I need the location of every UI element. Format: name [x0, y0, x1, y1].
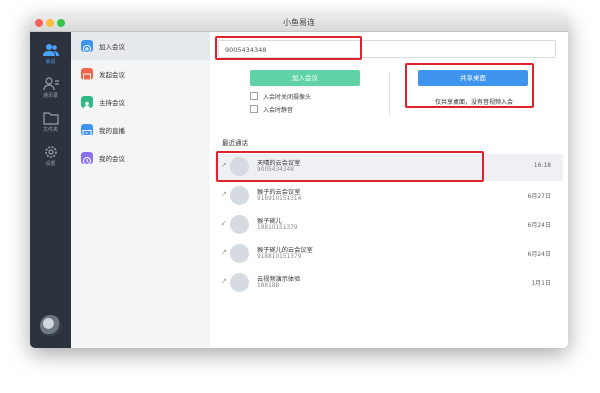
rail-item-meeting[interactable]: 会议: [30, 38, 71, 72]
join-meeting-button[interactable]: 加入会议: [250, 70, 360, 86]
outgoing-arrow-icon: ↗: [221, 277, 227, 285]
sidebar-item-label: 我的直播: [99, 127, 125, 135]
rail-label-files: 文件夹: [42, 127, 58, 133]
call-name: 猴子的云会议室: [257, 189, 301, 196]
incoming-arrow-icon: ↙: [221, 219, 227, 227]
sidebar-item-label: 加入会议: [99, 43, 125, 51]
option-camera-off[interactable]: 入会时关闭摄像头: [250, 92, 311, 101]
people-icon: [42, 44, 59, 56]
sidebar-item-start-meeting[interactable]: 发起会议: [71, 60, 210, 88]
call-time: 6月24日: [527, 251, 551, 258]
call-time: 16:18: [533, 162, 551, 169]
call-number: 188188: [257, 283, 280, 289]
outgoing-arrow-icon: ↗: [221, 248, 227, 256]
sidebar-item-host-meeting[interactable]: 主持会议: [71, 88, 210, 116]
rail-label-contacts: 通讯录: [42, 93, 58, 99]
option-label: 入会时关闭摄像头: [263, 94, 312, 101]
call-time: 6月24日: [527, 222, 551, 229]
highlight-box-recent: [216, 151, 484, 182]
call-number: 918910151314: [257, 196, 302, 202]
call-number: 18810151379: [257, 225, 298, 231]
cloud-room-avatar: [230, 244, 249, 263]
folder-icon: [42, 112, 59, 125]
cloud-room-avatar: [230, 273, 249, 292]
sidebar-item-my-meetings[interactable]: 我的会议: [71, 144, 210, 172]
call-row[interactable]: ↙ 猴子碗儿 18810151379 6月24日: [215, 212, 563, 239]
sidebar-item-my-live[interactable]: 我的直播: [71, 116, 210, 144]
call-name: 猴子碗儿的云会议室: [257, 247, 313, 254]
person-avatar: [230, 215, 249, 234]
recent-calls-title: 最近通话: [222, 139, 248, 147]
cloud-room-avatar: [230, 186, 249, 205]
window-title: 小鱼易连: [283, 18, 315, 27]
option-label: 入会时静音: [263, 107, 294, 114]
rail-label-meeting: 会议: [45, 59, 56, 65]
meeting-sidebar: 加入会议 发起会议 主持会议 我的直播 我的会议: [71, 32, 211, 348]
highlight-box-share: [405, 63, 534, 108]
rail-item-settings[interactable]: 设置: [30, 140, 71, 174]
rail-label-settings: 设置: [45, 161, 56, 167]
call-row[interactable]: ↗ 云视频演示体验 188188 1月1日: [215, 270, 563, 297]
call-name: 猴子碗儿: [257, 218, 282, 225]
rail-item-files[interactable]: 文件夹: [30, 106, 71, 140]
call-number: 918810151379: [257, 254, 302, 260]
live-icon: [81, 124, 93, 136]
option-mute[interactable]: 入会时静音: [250, 105, 293, 114]
call-time: 1月1日: [531, 280, 551, 287]
sidebar-item-label: 发起会议: [99, 71, 125, 79]
outgoing-arrow-icon: ↗: [221, 190, 227, 198]
gear-icon: [44, 146, 57, 158]
contacts-icon: [42, 77, 59, 91]
plus-icon: [81, 40, 93, 54]
call-time: 6月27日: [527, 193, 551, 200]
call-row[interactable]: ↗ 猴子碗儿的云会议室 918810151379 6月24日: [215, 241, 563, 268]
divider: [389, 72, 390, 116]
call-name: 云视频演示体验: [257, 276, 301, 283]
clock-icon: [81, 152, 93, 165]
start-meeting-icon: [81, 68, 93, 81]
checkbox[interactable]: [250, 105, 258, 113]
call-row[interactable]: ↗ 猴子的云会议室 918910151314 6月27日: [215, 183, 563, 210]
rail-item-contacts[interactable]: 通讯录: [30, 72, 71, 106]
join-meeting-panel: 9005434348 加入会议 入会时关闭摄像头 入会时静音 共享桌面 仅共享桌…: [210, 32, 568, 348]
sidebar-item-label: 主持会议: [99, 99, 125, 107]
host-icon: [81, 96, 93, 109]
app-window: 小鱼易连 会议 通讯录 文件夹 设置 加入会议 发起会议 主持会议 我的直播 我…: [30, 15, 568, 348]
highlight-box-input: [215, 36, 362, 60]
sidebar-item-label: 我的会议: [99, 155, 125, 163]
user-avatar[interactable]: [40, 315, 61, 336]
sidebar-item-join-meeting[interactable]: 加入会议: [71, 32, 210, 60]
title-bar: 小鱼易连: [30, 15, 568, 32]
checkbox[interactable]: [250, 92, 258, 100]
icon-rail: 会议 通讯录 文件夹 设置: [30, 32, 71, 348]
